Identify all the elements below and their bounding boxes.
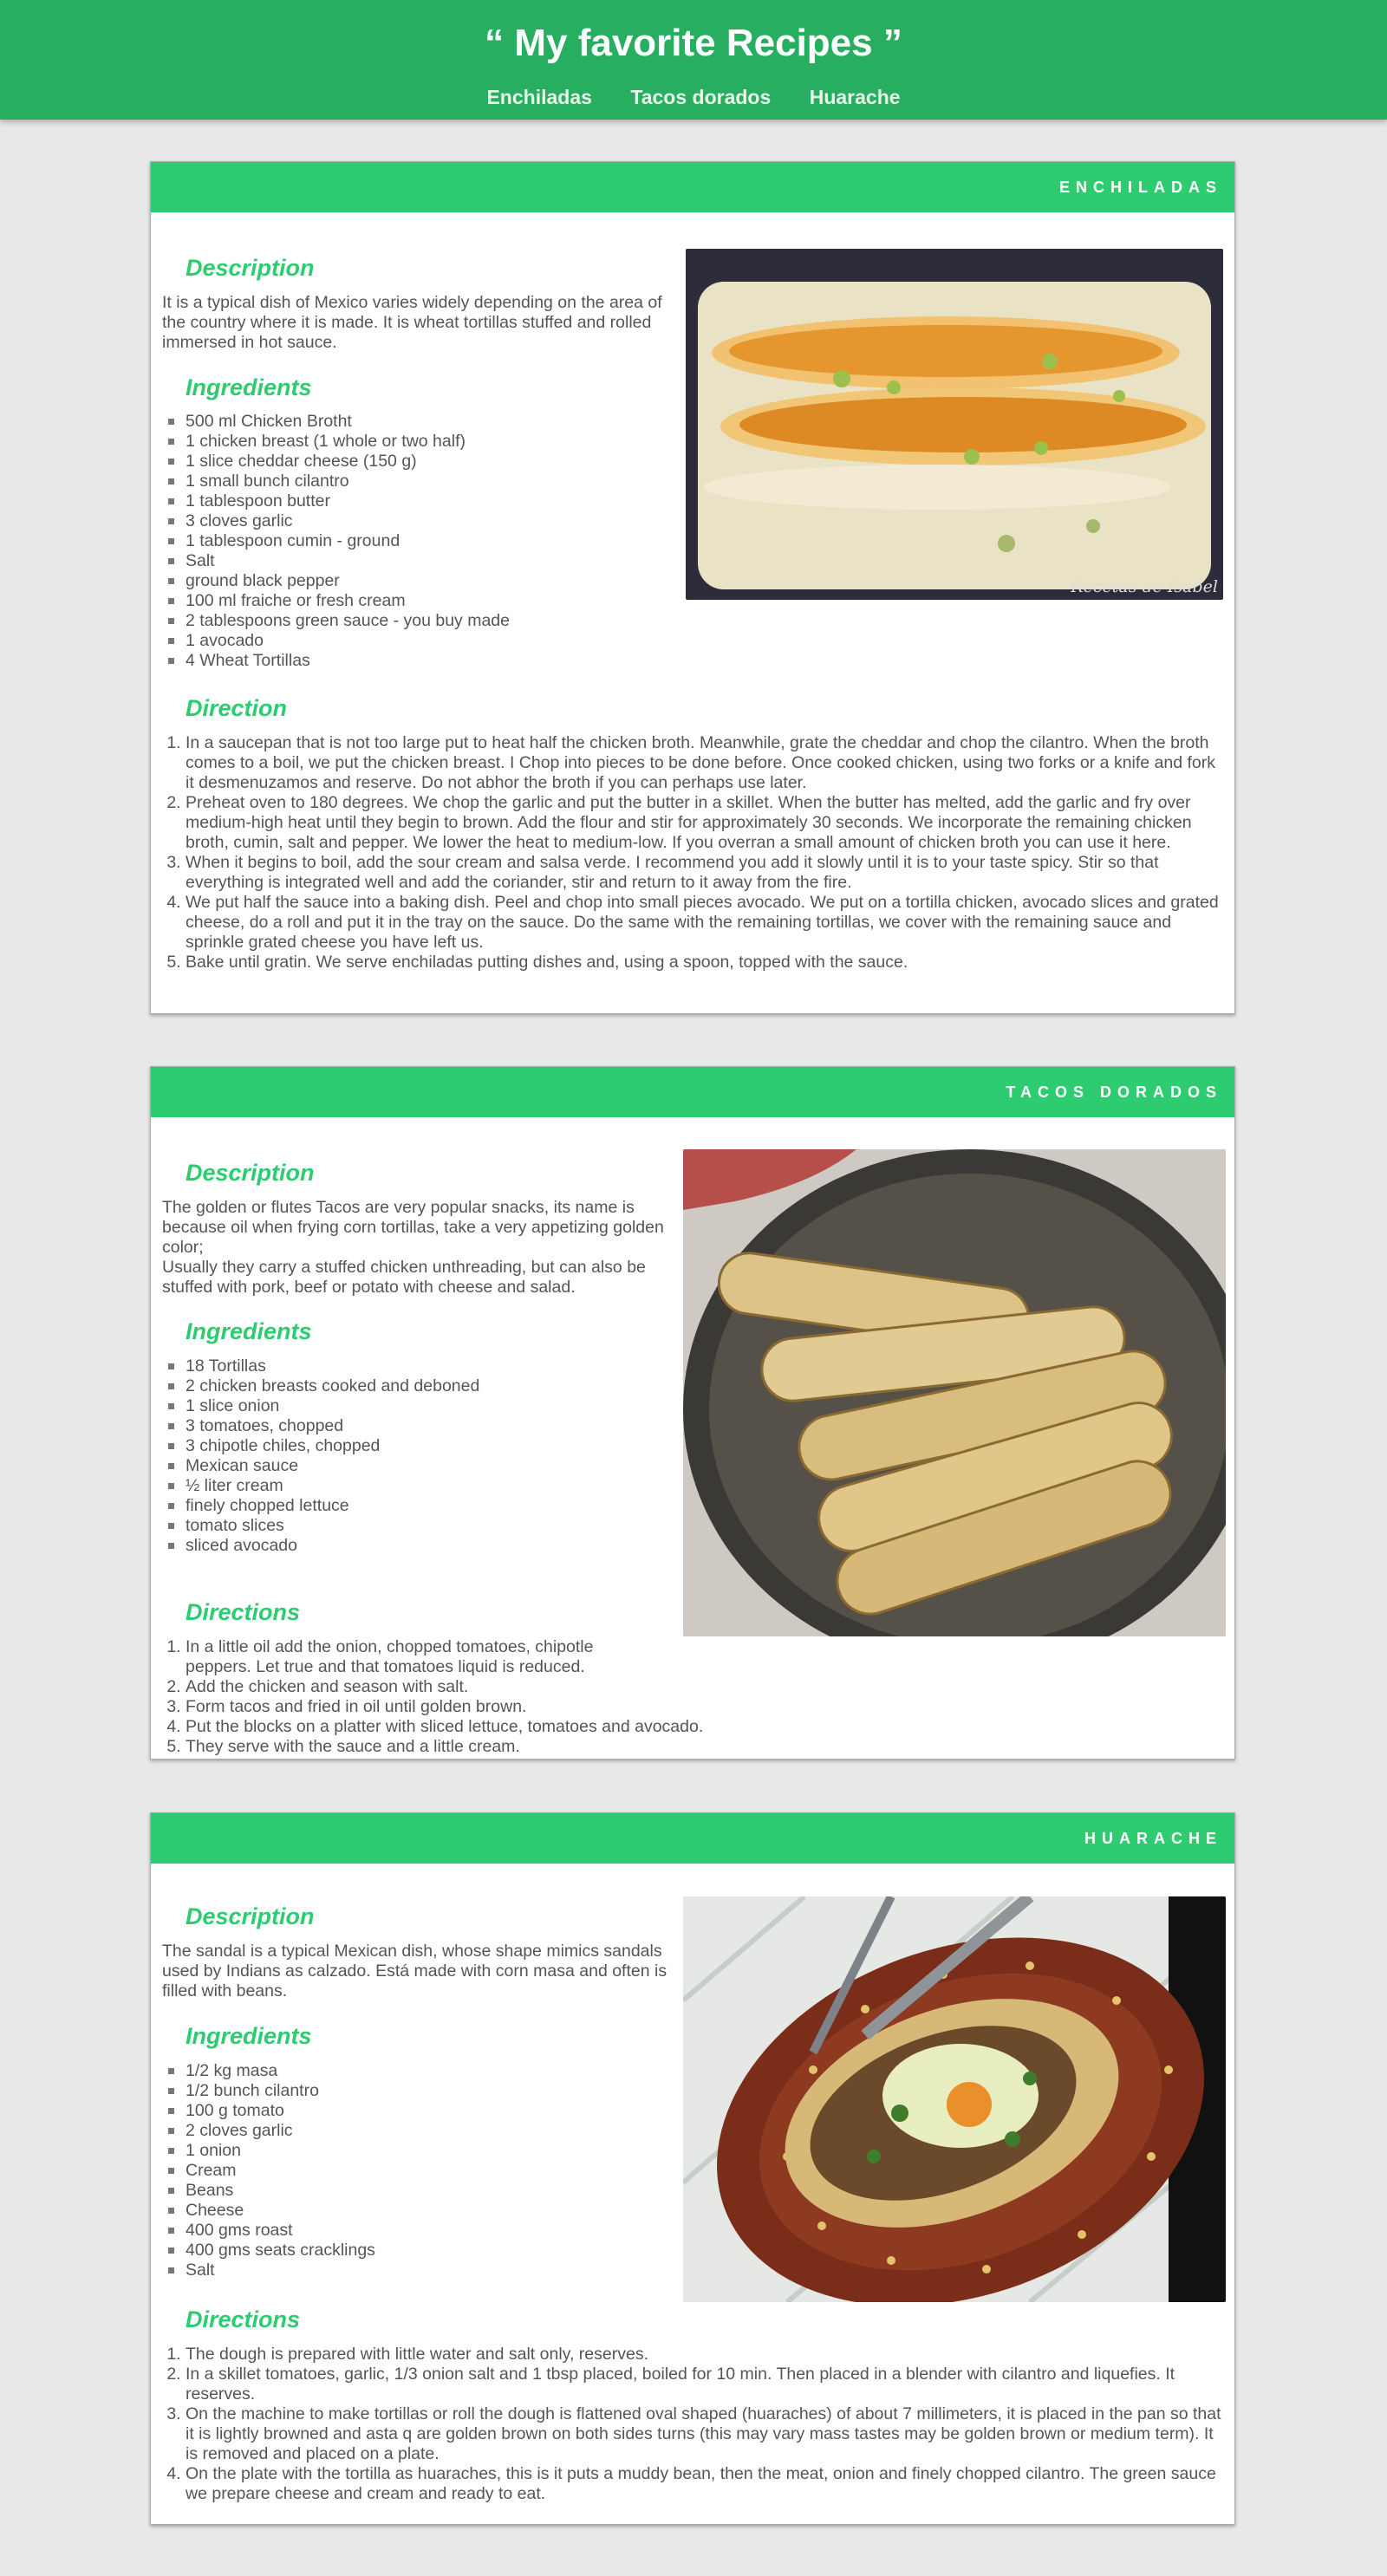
list-item: 400 gms roast — [168, 2221, 697, 2241]
list-item: Salt — [168, 551, 697, 571]
ingredients-list: 1/2 kg masa 1/2 bunch cilantro 100 g tom… — [162, 2061, 697, 2280]
list-item: 2 cloves garlic — [168, 2121, 697, 2141]
list-item: 1/2 kg masa — [168, 2061, 697, 2081]
list-item: When it begins to boil, add the sour cre… — [186, 853, 1226, 893]
recipe-card-header: ENCHILADAS — [151, 162, 1234, 212]
list-item: 1 slice cheddar cheese (150 g) — [168, 452, 697, 472]
directions-list: In a little oil add the onion, chopped t… — [162, 1637, 1226, 1757]
description-text: The sandal is a typical Mexican dish, wh… — [162, 1942, 667, 2000]
list-item: 400 gms seats cracklings — [168, 2241, 697, 2261]
list-item: 3 chipotle chiles, chopped — [168, 1436, 697, 1456]
nav-link-enchiladas[interactable]: Enchiladas — [486, 85, 591, 109]
list-item: ground black pepper — [168, 571, 697, 591]
list-item: sliced avocado — [168, 1536, 697, 1556]
description-text: It is a typical dish of Mexico varies wi… — [162, 293, 662, 352]
list-item: In a saucepan that is not too large put … — [186, 733, 1226, 793]
list-item: 100 ml fraiche or fresh cream — [168, 591, 697, 611]
list-item: tomato slices — [168, 1516, 697, 1536]
list-item: 1 onion — [168, 2141, 697, 2161]
list-item: 2 chicken breasts cooked and deboned — [168, 1376, 697, 1396]
description-line: Usually they carry a stuffed chicken unt… — [162, 1258, 646, 1297]
list-item: On the machine to make tortillas or roll… — [186, 2404, 1226, 2464]
list-item: Add the chicken and season with salt. — [186, 1677, 1226, 1697]
list-item: In a skillet tomatoes, garlic, 1/3 onion… — [186, 2365, 1226, 2404]
ingredients-list: 500 ml Chicken Brotht 1 chicken breast (… — [162, 412, 697, 671]
recipe-card-tacos-dorados: TACOS DORADOS Description The golden or … — [150, 1066, 1235, 1760]
directions-heading: Directions — [186, 2306, 301, 2332]
description-heading: Description — [186, 255, 315, 281]
main-nav: Enchiladas Tacos dorados Huarache — [0, 85, 1387, 109]
list-item: On the plate with the tortilla as huarac… — [186, 2464, 1226, 2504]
recipe-card-header: HUARACHE — [151, 1813, 1234, 1864]
list-item: Salt — [168, 2261, 697, 2280]
list-item: In a little oil add the onion, chopped t… — [186, 1637, 619, 1677]
list-item: finely chopped lettuce — [168, 1496, 697, 1516]
nav-link-huarache[interactable]: Huarache — [810, 85, 901, 109]
list-item: 4 Wheat Tortillas — [168, 651, 697, 671]
recipe-card-header: TACOS DORADOS — [151, 1067, 1234, 1117]
list-item: 100 g tomato — [168, 2101, 697, 2121]
list-item: Bake until gratin. We serve enchiladas p… — [186, 953, 1226, 973]
list-item: Cream — [168, 2161, 697, 2181]
recipe-card-huarache: HUARACHE Description The sandal is a typ… — [150, 1812, 1235, 2525]
image-watermark: Recetas de Isabel — [1071, 577, 1218, 596]
huarache-photo — [683, 1896, 1226, 2302]
list-item: Preheat oven to 180 degrees. We chop the… — [186, 793, 1226, 853]
list-item: 1/2 bunch cilantro — [168, 2081, 697, 2101]
list-item: 3 cloves garlic — [168, 511, 697, 531]
description-heading: Description — [186, 1160, 315, 1186]
recipe-card-body: Description The golden or flutes Tacos a… — [151, 1117, 1234, 1757]
list-item: 1 chicken breast (1 whole or two half) — [168, 432, 697, 452]
list-item: Put the blocks on a platter with sliced … — [186, 1717, 1226, 1737]
description-heading: Description — [186, 1903, 315, 1929]
list-item: Form tacos and fried in oil until golden… — [186, 1697, 1226, 1717]
directions-heading: Directions — [186, 1599, 301, 1625]
directions-list: The dough is prepared with little water … — [162, 2345, 1226, 2504]
tacos-dorados-photo — [683, 1149, 1226, 1636]
list-item: Mexican sauce — [168, 1456, 697, 1476]
recipe-card-body: Recetas de Isabel Description It is a ty… — [151, 212, 1234, 1012]
list-item: 1 small bunch cilantro — [168, 472, 697, 491]
recipe-card-enchiladas: ENCHILADAS Recetas de Isabel Description… — [150, 161, 1235, 1014]
site-title: “ My favorite Recipes ” — [485, 22, 902, 64]
list-item: The dough is prepared with little water … — [186, 2345, 1226, 2365]
recipe-card-body: Description The sandal is a typical Mexi… — [151, 1864, 1234, 2522]
list-item: 1 slice onion — [168, 1396, 697, 1416]
list-item: 3 tomatoes, chopped — [168, 1416, 697, 1436]
list-item: 1 avocado — [168, 631, 697, 651]
nav-link-tacos-dorados[interactable]: Tacos dorados — [630, 85, 771, 109]
list-item: ½ liter cream — [168, 1476, 697, 1496]
description-line: The golden or flutes Tacos are very popu… — [162, 1198, 664, 1257]
directions-heading: Direction — [186, 695, 288, 721]
ingredients-list: 18 Tortillas 2 chicken breasts cooked an… — [162, 1356, 697, 1556]
list-item: Cheese — [168, 2201, 697, 2221]
list-item: Beans — [168, 2181, 697, 2201]
ingredients-heading: Ingredients — [186, 374, 312, 400]
list-item: 500 ml Chicken Brotht — [168, 412, 697, 432]
description-text: The golden or flutes Tacos are very popu… — [162, 1198, 674, 1298]
list-item: 18 Tortillas — [168, 1356, 697, 1376]
list-item: 2 tablespoons green sauce - you buy made — [168, 611, 697, 631]
enchiladas-photo: Recetas de Isabel — [686, 249, 1223, 600]
ingredients-heading: Ingredients — [186, 2023, 312, 2049]
ingredients-heading: Ingredients — [186, 1318, 312, 1344]
list-item: We put half the sauce into a baking dish… — [186, 893, 1226, 953]
list-item: They serve with the sauce and a little c… — [186, 1737, 1226, 1757]
site-header: “ My favorite Recipes ” Enchiladas Tacos… — [0, 0, 1387, 120]
list-item: 1 tablespoon butter — [168, 491, 697, 511]
list-item: 1 tablespoon cumin - ground — [168, 531, 697, 551]
directions-list: In a saucepan that is not too large put … — [162, 733, 1226, 973]
